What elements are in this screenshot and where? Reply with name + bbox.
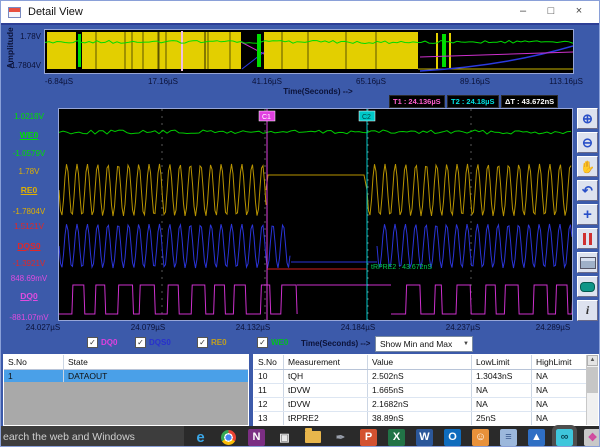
channel-RE0-vmin: -1.7804V	[3, 207, 55, 216]
detail-plot[interactable]: tRPRE2 : 43.672nS C1 C2	[58, 108, 573, 321]
cursor-t2-readout: T2 : 24.18µS	[447, 95, 499, 108]
svg-text:C2: C2	[362, 114, 371, 121]
app-icon	[8, 7, 21, 18]
state-table: S.NoState1DATAOUT	[3, 354, 249, 426]
overview-x-tick: 113.16µS	[543, 77, 589, 86]
detail-x-axis-label: Time(Seconds) -->	[301, 339, 370, 348]
detail-x-tick: 24.027µS	[20, 323, 66, 332]
measurement-table-scrollbar[interactable]: ▲	[586, 355, 598, 425]
channel-RE0-vmax: 1.78V	[3, 167, 55, 176]
outlook-icon[interactable]: O	[444, 429, 461, 446]
people-icon[interactable]: ☺	[472, 429, 489, 446]
file-explorer-icon[interactable]	[304, 429, 321, 446]
table-row[interactable]: 11tDVW1.665nSNANA	[254, 384, 598, 398]
cursor-t1-readout: T1 : 24.136µS	[389, 95, 445, 108]
channel-DQ0-vmax: 848.69mV	[3, 274, 55, 283]
detail-x-tick: 24.184µS	[335, 323, 381, 332]
svg-text:C1: C1	[262, 114, 271, 121]
window-title: Detail View	[28, 6, 83, 18]
overview-x-axis-label: Time(Seconds) -->	[253, 87, 383, 96]
table-row[interactable]: 13tRPRE238.89nS25nSNA	[254, 412, 598, 426]
chrome-icon[interactable]	[220, 429, 237, 446]
checkbox-icon[interactable]: ✓	[135, 337, 146, 348]
min-max-dropdown-value: Show Min and Max	[380, 339, 452, 349]
detail-x-tick: 24.289µS	[530, 323, 576, 332]
tool-icon[interactable]: ✒	[332, 429, 349, 446]
titlebar: Detail View – □ ×	[1, 1, 600, 25]
legend-label: WE0	[271, 338, 288, 347]
checkbox-icon[interactable]: ✓	[257, 337, 268, 348]
scroll-up-icon[interactable]: ▲	[587, 355, 598, 366]
edge-icon[interactable]: e	[192, 429, 209, 446]
table-row[interactable]: 10tQH2.502nS1.3043nSNA	[254, 370, 598, 384]
overview-x-tick: 89.16µS	[452, 77, 498, 86]
store-icon[interactable]: ▣	[276, 429, 293, 446]
chevron-down-icon: ▼	[463, 341, 469, 347]
channel-DQ0-label: DQ0	[3, 291, 55, 301]
legend-label: DQS0	[149, 338, 171, 347]
maximize-icon[interactable]: □	[537, 1, 565, 21]
reader-icon[interactable]: ≡	[500, 429, 517, 446]
overview-ymin: -1.7804V	[1, 61, 41, 70]
powerpoint-icon[interactable]: P	[360, 429, 377, 446]
min-max-dropdown[interactable]: Show Min and Max ▼	[375, 336, 473, 352]
table-row[interactable]: 12tDVW2.1682nSNANA	[254, 398, 598, 412]
legend-label: RE0	[211, 338, 227, 347]
channel-WE0-label: WE0	[3, 130, 55, 140]
overview-x-tick: 41.16µS	[244, 77, 290, 86]
close-icon[interactable]: ×	[565, 1, 593, 21]
paint-icon[interactable]: ❖	[584, 429, 600, 446]
overview-x-tick: 17.16µS	[140, 77, 186, 86]
legend-WE0[interactable]: ✓WE0	[257, 337, 288, 348]
undo-icon[interactable]: ↶	[577, 180, 598, 201]
channel-WE0-vmax: 1.0218V	[3, 112, 55, 121]
zoom-out-icon[interactable]: ⊖	[577, 132, 598, 153]
legend-RE0[interactable]: ✓RE0	[197, 337, 227, 348]
excel-icon[interactable]: X	[388, 429, 405, 446]
overview-x-tick: 65.16µS	[348, 77, 394, 86]
svg-text:tRPRE2 : 43.672nS: tRPRE2 : 43.672nS	[371, 264, 432, 271]
channel-WE0-vmin: -1.0579V	[3, 149, 55, 158]
overview-x-tick: -6.84µS	[36, 77, 82, 86]
detail-x-tick: 24.237µS	[440, 323, 486, 332]
word-icon[interactable]: W	[416, 429, 433, 446]
channel-DQ0-vmin: -881.07mV	[3, 313, 55, 322]
checkbox-icon[interactable]: ✓	[197, 337, 208, 348]
channel-DQS0-vmin: -1.3921V	[3, 259, 55, 268]
checkbox-icon[interactable]: ✓	[87, 337, 98, 348]
detail-view-window: Detail View – □ × Amplitude 1.78V -1.780…	[0, 0, 600, 447]
measurement-table-header: S.NoMeasurementValueLowLimitHighLimit	[254, 355, 598, 370]
photo-viewer-icon[interactable]: ▲	[528, 429, 545, 446]
move-cursor-icon[interactable]: +	[577, 204, 598, 225]
detail-x-tick: 24.132µS	[230, 323, 276, 332]
plot-toolbar: ⊕ ⊖ ✋ ↶ + i	[577, 108, 598, 321]
minimize-icon[interactable]: –	[509, 1, 537, 21]
shape-icon[interactable]	[577, 276, 598, 297]
search-tool-icon[interactable]: ∞	[556, 429, 573, 446]
taskbar: earch the web and Windows e N ▣ ✒ PXWO ☺ ≡ ▲ ∞ ❖	[1, 426, 600, 447]
overview-plot[interactable]	[44, 29, 574, 74]
taskbar-search[interactable]: earch the web and Windows	[1, 426, 184, 447]
cursors-icon[interactable]	[577, 228, 598, 249]
taskbar-search-text: earch the web and Windows	[3, 431, 135, 443]
channel-DQS0-label: DQS0	[3, 241, 55, 251]
legend-DQS0[interactable]: ✓DQS0	[135, 337, 171, 348]
channel-RE0-label: RE0	[3, 185, 55, 195]
channel-DQS0-vmax: 1.5121V	[3, 222, 55, 231]
measurement-table: S.NoMeasurementValueLowLimitHighLimit10t…	[253, 354, 599, 426]
legend-DQ0[interactable]: ✓DQ0	[87, 337, 117, 348]
overview-ymax: 1.78V	[1, 32, 41, 41]
legend-label: DQ0	[101, 338, 117, 347]
info-icon[interactable]: i	[577, 300, 598, 321]
onenote-icon[interactable]: N	[248, 429, 265, 446]
snapshot-icon[interactable]	[577, 252, 598, 273]
zoom-in-icon[interactable]: ⊕	[577, 108, 598, 129]
detail-x-tick: 24.079µS	[125, 323, 171, 332]
cursor-dt-readout: ΔT : 43.672nS	[501, 95, 558, 108]
scrollbar-thumb[interactable]	[587, 367, 598, 393]
pan-icon[interactable]: ✋	[577, 156, 598, 177]
state-table-header: S.NoState	[4, 355, 248, 370]
